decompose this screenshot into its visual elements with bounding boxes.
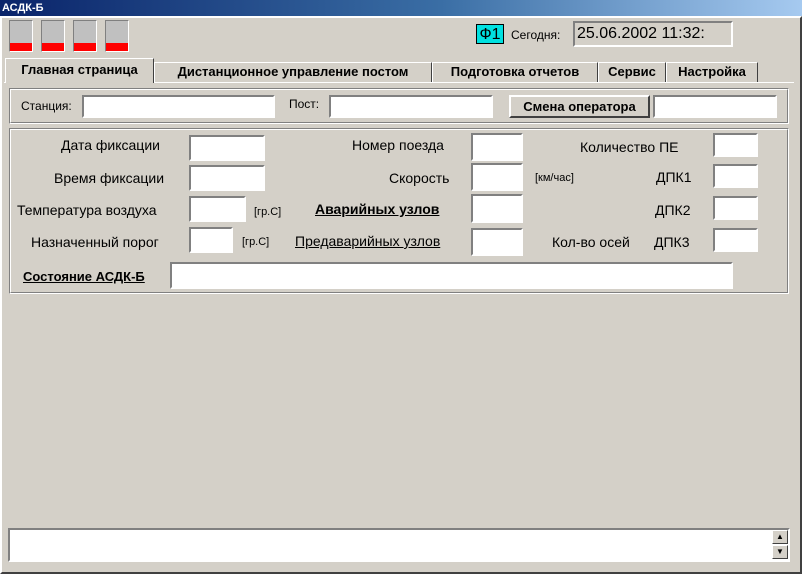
dpk2-field[interactable]	[713, 196, 758, 220]
post-input[interactable]	[329, 95, 493, 118]
tab-label: Дистанционное управление постом	[177, 64, 409, 79]
indicator-alarm-bar	[42, 43, 64, 51]
window-title-bar: АСДК-Б	[0, 0, 802, 16]
tab-label: Главная страница	[21, 62, 138, 77]
message-memo[interactable]: ▲ ▼	[8, 528, 790, 562]
speed-label: Скорость	[389, 170, 450, 186]
post-label: Пост:	[289, 97, 320, 111]
change-operator-button[interactable]: Смена оператора	[509, 95, 650, 118]
pe-count-field[interactable]	[713, 133, 758, 157]
dpk1-label: ДПК1	[656, 169, 692, 185]
dpk2-label: ДПК2	[655, 202, 691, 218]
emergency-nodes-link[interactable]: Аварийных узлов	[315, 201, 439, 217]
air-temp-label: Температура воздуха	[17, 202, 157, 218]
speed-unit: [км/час]	[535, 172, 574, 184]
pe-count-label: Количество ПЕ	[580, 139, 679, 155]
station-input[interactable]	[82, 95, 275, 118]
fix-date-label: Дата фиксации	[61, 137, 160, 153]
station-label: Станция:	[21, 99, 72, 113]
dpk1-field[interactable]	[713, 164, 758, 188]
arrow-down-icon: ▼	[776, 547, 784, 556]
tab-service[interactable]: Сервис	[598, 62, 666, 82]
f1-key-badge[interactable]: Ф1	[476, 24, 504, 44]
tab-main-page[interactable]: Главная страница	[5, 58, 154, 83]
window-title: АСДК-Б	[2, 2, 44, 14]
dpk3-label: ДПК3	[654, 234, 690, 250]
fix-time-label: Время фиксации	[54, 170, 165, 186]
current-datetime: 25.06.2002 11:32:	[573, 21, 733, 47]
scroll-up-button[interactable]: ▲	[772, 530, 788, 544]
fix-date-field[interactable]	[189, 135, 265, 161]
indicator-alarm-bar	[10, 43, 32, 51]
air-temp-field[interactable]	[189, 196, 246, 222]
speed-field[interactable]	[471, 163, 523, 191]
indicator-alarm-bar	[74, 43, 96, 51]
axle-count-label: Кол-во осей	[552, 234, 630, 250]
emergency-nodes-field[interactable]	[471, 194, 523, 223]
scroll-down-button[interactable]: ▼	[772, 545, 788, 559]
tab-label: Подготовка отчетов	[450, 64, 580, 79]
status-indicator-2	[41, 20, 65, 52]
tab-label: Настройка	[678, 64, 746, 79]
train-number-label: Номер поезда	[352, 137, 444, 153]
pre-emergency-nodes-link[interactable]: Предаварийных узлов	[295, 233, 440, 249]
pre-emergency-nodes-field[interactable]	[471, 228, 523, 256]
tab-remote-control[interactable]: Дистанционное управление постом	[154, 62, 432, 82]
indicator-alarm-bar	[106, 43, 128, 51]
arrow-up-icon: ▲	[776, 532, 784, 541]
tab-reports[interactable]: Подготовка отчетов	[432, 62, 598, 82]
asdk-status-link[interactable]: Состояние АСДК-Б	[23, 269, 145, 284]
tab-settings[interactable]: Настройка	[666, 62, 758, 82]
threshold-label: Назначенный порог	[31, 234, 159, 250]
today-label: Сегодня:	[511, 28, 561, 42]
status-indicator-1	[9, 20, 33, 52]
fix-time-field[interactable]	[189, 165, 265, 191]
threshold-unit: [гр.С]	[242, 236, 270, 248]
threshold-field[interactable]	[189, 227, 233, 253]
operator-input[interactable]	[653, 95, 777, 118]
train-number-field[interactable]	[471, 133, 523, 161]
air-temp-unit: [гр.С]	[254, 206, 282, 218]
status-indicator-3	[73, 20, 97, 52]
dpk3-field[interactable]	[713, 228, 758, 252]
tab-label: Сервис	[608, 64, 656, 79]
status-indicator-4	[105, 20, 129, 52]
asdk-status-field[interactable]	[170, 262, 733, 289]
